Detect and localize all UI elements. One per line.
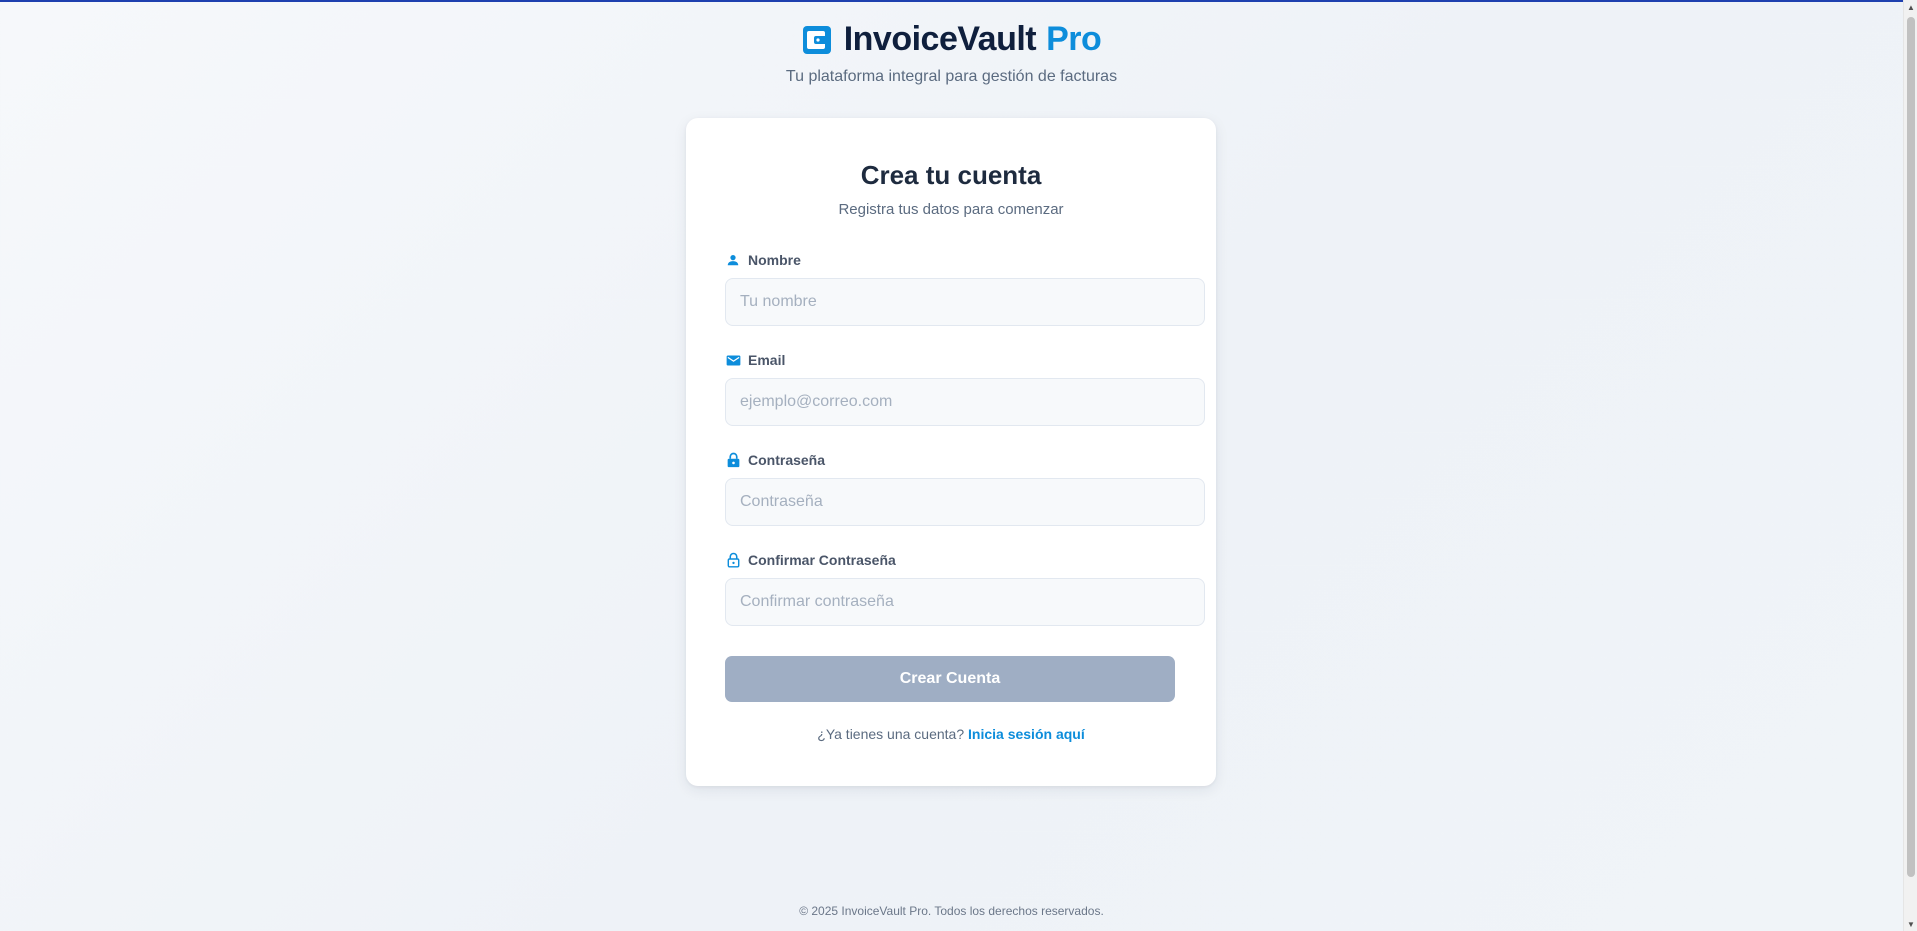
- login-prompt-row: ¿Ya tienes una cuenta? Inicia sesión aqu…: [686, 726, 1216, 742]
- email-label: Email: [725, 350, 1205, 370]
- top-accent-bar: [0, 0, 1917, 2]
- password-field-group: Contraseña: [725, 450, 1205, 526]
- password-label: Contraseña: [725, 450, 1205, 470]
- confirm-password-label: Confirmar Contraseña: [725, 550, 1205, 570]
- name-input[interactable]: [725, 278, 1205, 326]
- email-input[interactable]: [725, 378, 1205, 426]
- brand-name: InvoiceVault: [843, 20, 1037, 58]
- brand-suffix: Pro: [1046, 20, 1102, 58]
- footer-copyright: © 2025 InvoiceVault Pro. Todos los derec…: [799, 904, 1104, 918]
- name-label: Nombre: [725, 250, 1205, 270]
- login-prompt-text: ¿Ya tienes una cuenta?: [817, 726, 965, 742]
- scroll-up-icon[interactable]: ▲: [1904, 0, 1917, 14]
- card-subtitle: Registra tus datos para comenzar: [838, 201, 1064, 218]
- lock-icon: [725, 452, 741, 468]
- scroll-down-icon[interactable]: ▼: [1904, 917, 1917, 931]
- card-title: Crea tu cuenta: [860, 160, 1042, 190]
- password-input[interactable]: [725, 478, 1205, 526]
- confirm-password-input[interactable]: [725, 578, 1205, 626]
- page-scrollbar[interactable]: ▲ ▼: [1903, 0, 1917, 931]
- name-field-group: Nombre: [725, 250, 1205, 326]
- login-link[interactable]: Inicia sesión aquí: [968, 726, 1085, 742]
- register-card: Crea tu cuenta Registra tus datos para c…: [686, 118, 1216, 786]
- scrollbar-thumb[interactable]: [1907, 17, 1915, 877]
- mail-icon: [725, 352, 741, 368]
- brand-header: InvoiceVault Pro: [0, 20, 1903, 59]
- confirm-password-label-text: Confirmar Contraseña: [748, 552, 896, 568]
- confirm-password-field-group: Confirmar Contraseña: [725, 550, 1205, 626]
- wallet-icon: [802, 25, 832, 55]
- tagline: Tu plataforma integral para gestión de f…: [785, 68, 1118, 85]
- name-label-text: Nombre: [748, 252, 801, 268]
- email-field-group: Email: [725, 350, 1205, 426]
- lock-open-icon: [725, 552, 741, 568]
- email-label-text: Email: [748, 352, 786, 368]
- create-account-button[interactable]: Crear Cuenta: [725, 656, 1175, 702]
- password-label-text: Contraseña: [748, 452, 826, 468]
- person-icon: [725, 252, 741, 268]
